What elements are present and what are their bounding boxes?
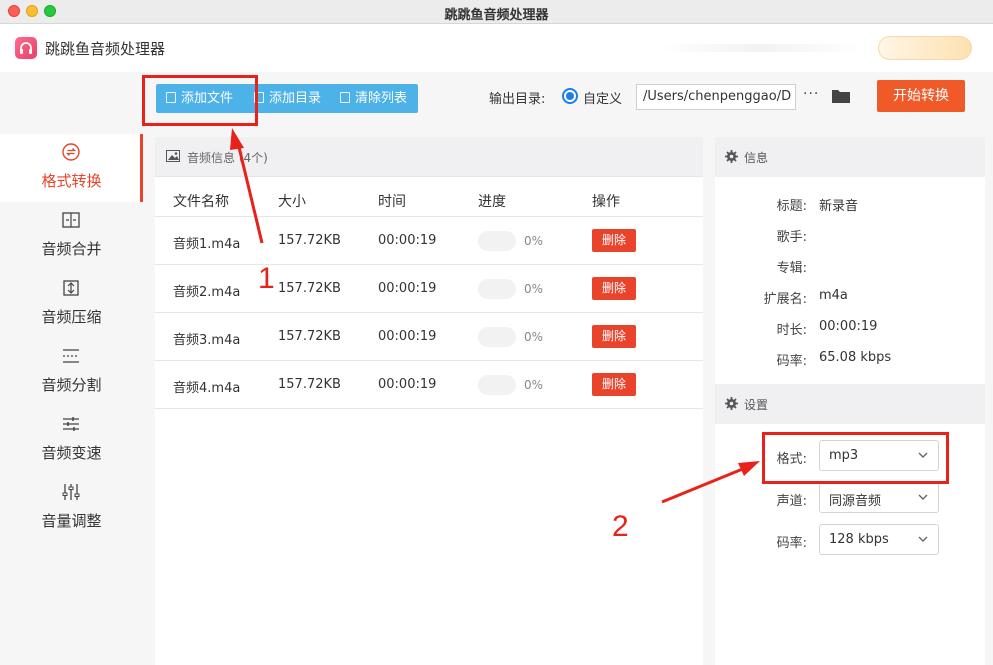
annotation-arrow-1-head — [230, 128, 244, 150]
annotation-arrow-1-line — [236, 142, 264, 244]
annotation-arrow-2-head — [738, 461, 760, 476]
annotation-arrow-2-line — [661, 466, 746, 504]
annotation-arrows — [230, 128, 760, 504]
